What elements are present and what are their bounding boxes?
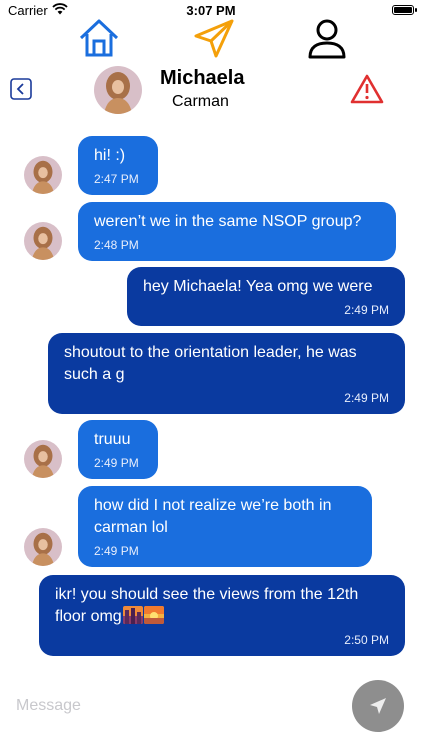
message-time: 2:49 PM [94, 456, 139, 470]
message-text: how did I not realize we’re both in carm… [94, 497, 332, 536]
sender-avatar [24, 528, 62, 566]
message-input[interactable] [16, 692, 336, 720]
message-text: ikr! you should see the views from the 1… [55, 586, 359, 625]
contact-last-name: Carman [172, 93, 229, 110]
message-bubble[interactable]: how did I not realize we’re both in carm… [78, 486, 372, 567]
message-bubble[interactable]: truuu 2:49 PM [78, 420, 158, 479]
sender-avatar [24, 156, 62, 194]
message-composer [0, 678, 422, 750]
message-bubble[interactable]: hi! :) 2:47 PM [78, 136, 158, 195]
message-bubble[interactable]: hey Michaela! Yea omg we were 2:49 PM [127, 267, 405, 326]
chevron-left-icon [10, 78, 32, 100]
message-time: 2:47 PM [94, 172, 139, 186]
send-button[interactable] [352, 680, 404, 732]
city-sunset-emoji [122, 606, 143, 624]
message-time: 2:49 PM [344, 391, 389, 405]
message-time: 2:49 PM [94, 544, 139, 558]
message-bubble[interactable]: weren’t we in the same NSOP group? 2:48 … [78, 202, 396, 261]
send-arrow-icon [194, 19, 234, 58]
tab-profile[interactable] [306, 18, 348, 65]
message-time: 2:48 PM [94, 238, 139, 252]
message-text: truuu [94, 431, 131, 448]
tab-home[interactable] [78, 18, 120, 63]
tab-messages[interactable] [192, 18, 236, 65]
message-list[interactable]: hi! :) 2:47 PM weren’t we in the same NS… [0, 130, 422, 665]
battery-icon [392, 5, 417, 15]
message-text: hi! :) [94, 147, 126, 164]
message-text: hey Michaela! Yea omg we were [143, 278, 373, 295]
report-button[interactable] [350, 74, 384, 109]
message-bubble[interactable]: ikr! you should see the views from the 1… [39, 575, 405, 656]
message-bubble[interactable]: shoutout to the orientation leader, he w… [48, 333, 405, 414]
message-time: 2:49 PM [344, 303, 389, 317]
message-text: shoutout to the orientation leader, he w… [64, 344, 357, 383]
person-icon [308, 19, 346, 59]
send-icon [370, 698, 386, 714]
contact-avatar [94, 66, 142, 114]
status-time: 3:07 PM [186, 3, 236, 18]
sender-avatar [24, 222, 62, 260]
conversation-header: Michaela Carman [0, 62, 422, 120]
sender-avatar [24, 440, 62, 478]
message-time: 2:50 PM [344, 633, 389, 647]
back-button[interactable] [10, 78, 32, 100]
home-icon [79, 19, 119, 57]
sunset-emoji [143, 606, 164, 624]
message-text: weren’t we in the same NSOP group? [94, 213, 362, 230]
contact-first-name: Michaela [160, 67, 245, 89]
warning-icon [350, 74, 384, 104]
